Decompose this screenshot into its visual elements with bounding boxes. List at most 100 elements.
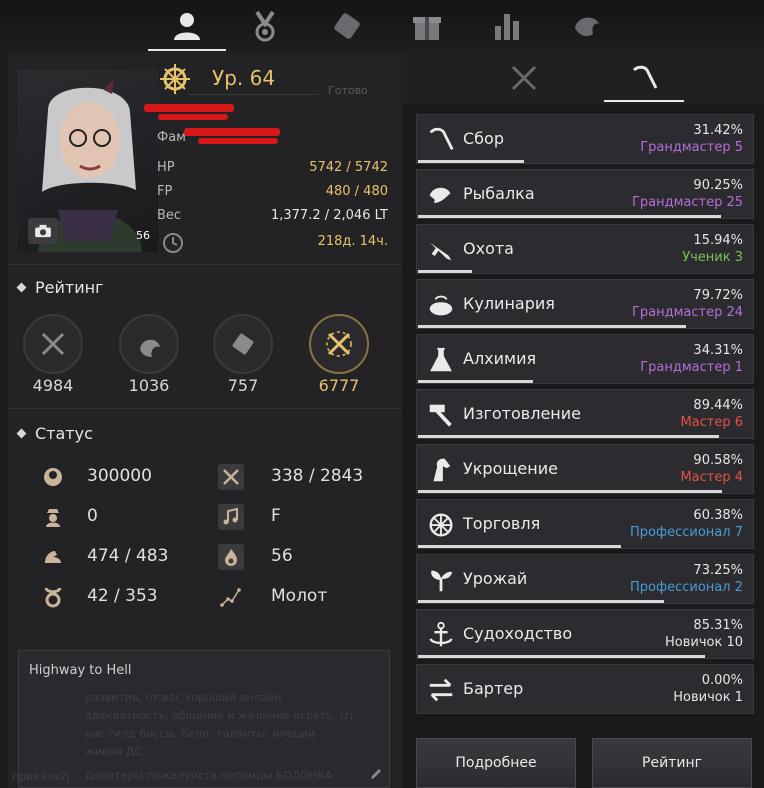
life-skill-icon	[119, 314, 179, 374]
pencil-icon[interactable]	[369, 767, 383, 781]
exchange-icon	[425, 674, 457, 706]
character-level: Ур. 64	[212, 66, 276, 90]
skill-progress-bar	[418, 545, 621, 548]
playtime-value: 218д. 14ч.	[317, 234, 388, 249]
tab-knowledge[interactable]	[308, 4, 386, 48]
rating-knowledge[interactable]: 757	[208, 314, 278, 395]
tab-achievements[interactable]	[226, 4, 304, 48]
skill-row-7[interactable]: Укрощение 90.58% Мастер 4	[416, 444, 754, 494]
knowledge-icon	[213, 314, 273, 374]
camera-button[interactable]	[28, 218, 58, 244]
anchor-icon	[425, 619, 457, 651]
rating-total[interactable]: 6777	[304, 314, 374, 395]
energy-value: 42 / 353	[87, 586, 158, 606]
skill-row-6[interactable]: Изготовление 89.44% Мастер 6	[416, 389, 754, 439]
skill-row-5[interactable]: Алхимия 34.31% Грандмастер 1	[416, 334, 754, 384]
fp-label: FP	[157, 184, 173, 199]
hp-value: 5742 / 5742	[309, 160, 388, 175]
strength-icon	[40, 544, 66, 570]
constellation-icon	[218, 584, 244, 610]
skill-name: Урожай	[463, 569, 528, 588]
skill-rank: Грандмастер 5	[640, 140, 743, 155]
skill-name: Судоходство	[463, 624, 573, 643]
skill-rank: Грандмастер 1	[640, 360, 743, 375]
diamond-bullet-icon	[16, 282, 27, 293]
details-button[interactable]: Подробнее	[416, 738, 576, 788]
tab-stats[interactable]	[468, 4, 546, 48]
rating-title: Рейтинг	[35, 278, 104, 297]
skill-percent: 89.44%	[693, 398, 743, 413]
skill-row-10[interactable]: Судоходство 85.31% Новичок 10	[416, 609, 754, 659]
rating-total-value: 6777	[318, 376, 360, 395]
weight-label: Вес	[157, 208, 182, 223]
fish-icon	[425, 179, 457, 211]
music-icon	[218, 504, 244, 530]
skill-name: Сбор	[463, 129, 504, 148]
skill-rank: Ученик 3	[682, 250, 743, 265]
rating-life[interactable]: 1036	[114, 314, 184, 395]
skill-percent: 34.31%	[693, 343, 743, 358]
rank-value: 0	[87, 506, 98, 526]
crossed-swords-icon	[511, 65, 537, 91]
flame-value: 56	[271, 546, 293, 566]
medal-icon	[255, 10, 275, 42]
tab-life[interactable]	[604, 58, 684, 102]
family-label: Фам	[157, 130, 186, 145]
tab-guild[interactable]	[548, 4, 626, 48]
skill-row-4[interactable]: Кулинария 79.72% Грандмастер 24	[416, 279, 754, 329]
rating-knowledge-value: 757	[227, 376, 259, 395]
skill-percent: 79.72%	[693, 288, 743, 303]
redacted-family-2	[198, 138, 278, 144]
notice-ghost-left: приказа2|	[12, 770, 71, 783]
rating-button[interactable]: Рейтинг	[592, 738, 752, 788]
sprout-icon	[425, 564, 457, 596]
constellation-value: Молот	[271, 586, 328, 606]
notice-line: развития, от вас хороший онлайн	[85, 691, 282, 704]
camera-icon	[35, 224, 51, 238]
guild-notice-textarea[interactable]: Highway to Hell развития, от вас хороший…	[18, 650, 390, 788]
skill-rank: Новичок 10	[665, 635, 743, 650]
skill-rank: Грандмастер 25	[631, 195, 743, 210]
skill-name: Рыбалка	[463, 184, 535, 203]
sickle-icon	[632, 65, 658, 89]
skill-rank: Грандмастер 24	[631, 305, 743, 320]
divider	[8, 264, 402, 265]
ready-label: Готово	[328, 84, 368, 97]
skill-name: Изготовление	[463, 404, 581, 423]
rating-combat-value: 4984	[32, 376, 74, 395]
skill-progress-bar	[418, 325, 686, 328]
tab-combat[interactable]	[484, 58, 564, 98]
skill-progress-bar	[418, 490, 723, 493]
skill-percent: 73.25%	[693, 563, 743, 578]
flame-icon	[218, 544, 244, 570]
level-divider	[188, 94, 318, 95]
combat-icon	[23, 314, 83, 374]
skill-name: Бартер	[463, 679, 524, 698]
status-title: Статус	[35, 424, 93, 443]
hammer-icon	[425, 399, 457, 431]
strength-value: 474 / 483	[87, 546, 169, 566]
cooking-icon	[425, 289, 457, 321]
character-panel: 56 Ур. 64 Готово Фам HP 5742 / 5742 FP 4…	[8, 52, 402, 788]
skill-rank: Профессионал 7	[630, 525, 743, 540]
scroll-icon	[334, 13, 360, 39]
skill-row-9[interactable]: Урожай 73.25% Профессионал 2	[416, 554, 754, 604]
skill-row-11[interactable]: Бартер 0.00% Новичок 1	[416, 664, 754, 714]
skill-rank: Профессионал 2	[630, 580, 743, 595]
skill-name: Торговля	[463, 514, 541, 533]
skill-row-1[interactable]: Сбор 31.42% Грандмастер 5	[416, 114, 754, 164]
person-icon	[174, 13, 200, 40]
tab-profile[interactable]	[148, 4, 226, 51]
skill-progress-bar	[418, 600, 665, 603]
rifle-icon	[425, 234, 457, 266]
sickle-icon	[425, 124, 457, 156]
rating-combat[interactable]: 4984	[18, 314, 88, 395]
skill-row-8[interactable]: Торговля 60.38% Профессионал 7	[416, 499, 754, 549]
skill-row-2[interactable]: Рыбалка 90.25% Грандмастер 25	[416, 169, 754, 219]
fp-value: 480 / 480	[325, 184, 388, 199]
skill-percent: 60.38%	[693, 508, 743, 523]
skill-row-3[interactable]: Охота 15.94% Ученик 3	[416, 224, 754, 274]
weight-value: 1,377.2 / 2,046 LT	[270, 208, 388, 223]
contribution-icon	[40, 464, 66, 490]
tab-rewards[interactable]	[388, 4, 466, 48]
